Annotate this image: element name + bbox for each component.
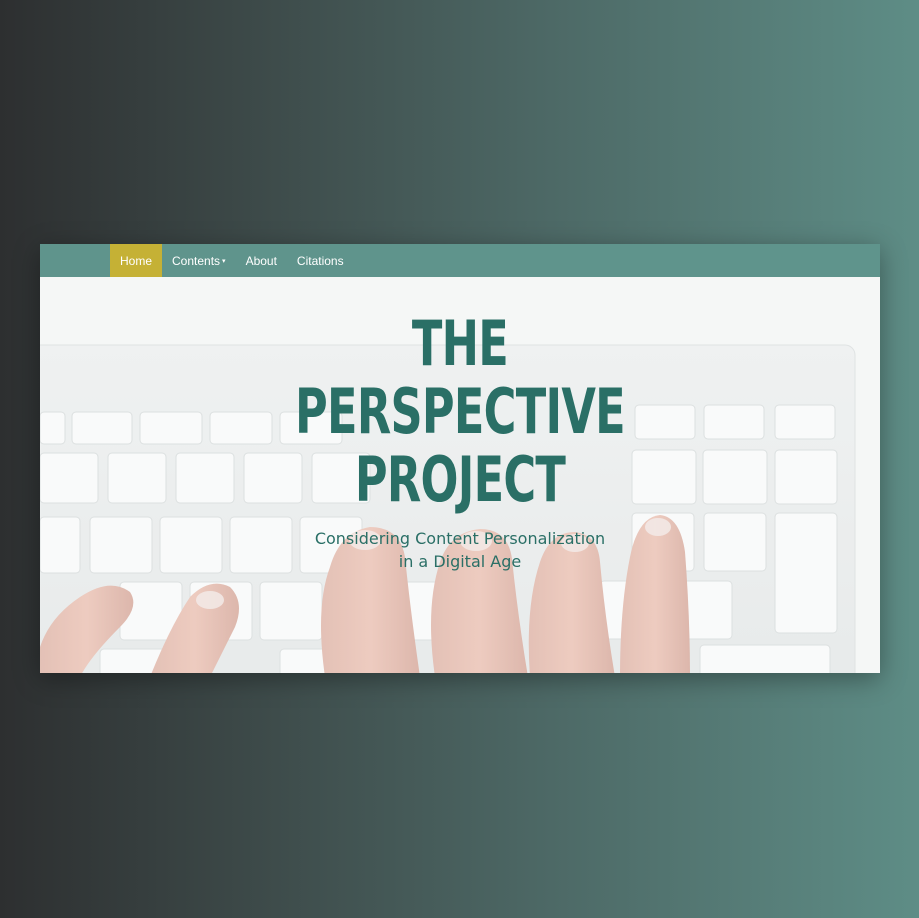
navbar: Home Contents ▾ About Citations bbox=[40, 244, 880, 277]
website-preview: Home Contents ▾ About Citations THE PERS… bbox=[40, 244, 880, 673]
nav-home[interactable]: Home bbox=[110, 244, 163, 277]
hero-title: THE PERSPECTIVE PROJECT bbox=[158, 310, 763, 514]
nav-home-label: Home bbox=[120, 253, 153, 268]
hero-section: THE PERSPECTIVE PROJECT Considering Cont… bbox=[40, 277, 880, 673]
hero-title-line: PROJECT bbox=[354, 443, 566, 516]
hero-subtitle: Considering Content Personalization in a… bbox=[40, 527, 880, 573]
nav-citations-label: Citations bbox=[296, 253, 344, 268]
hero-subtitle-line: Considering Content Personalization bbox=[314, 529, 606, 548]
nav-about[interactable]: About bbox=[236, 244, 287, 277]
nav-contents-label: Contents bbox=[172, 253, 221, 268]
hero-title-line: THE bbox=[411, 307, 509, 380]
hero-title-line: PERSPECTIVE bbox=[295, 375, 626, 448]
nav-menu: Home Contents ▾ About Citations bbox=[110, 244, 354, 277]
caret-down-icon: ▾ bbox=[222, 257, 226, 265]
hero-subtitle-line: in a Digital Age bbox=[398, 552, 522, 571]
nav-citations[interactable]: Citations bbox=[287, 244, 354, 277]
nav-contents-dropdown[interactable]: Contents ▾ bbox=[162, 244, 236, 277]
nav-about-label: About bbox=[245, 253, 277, 268]
